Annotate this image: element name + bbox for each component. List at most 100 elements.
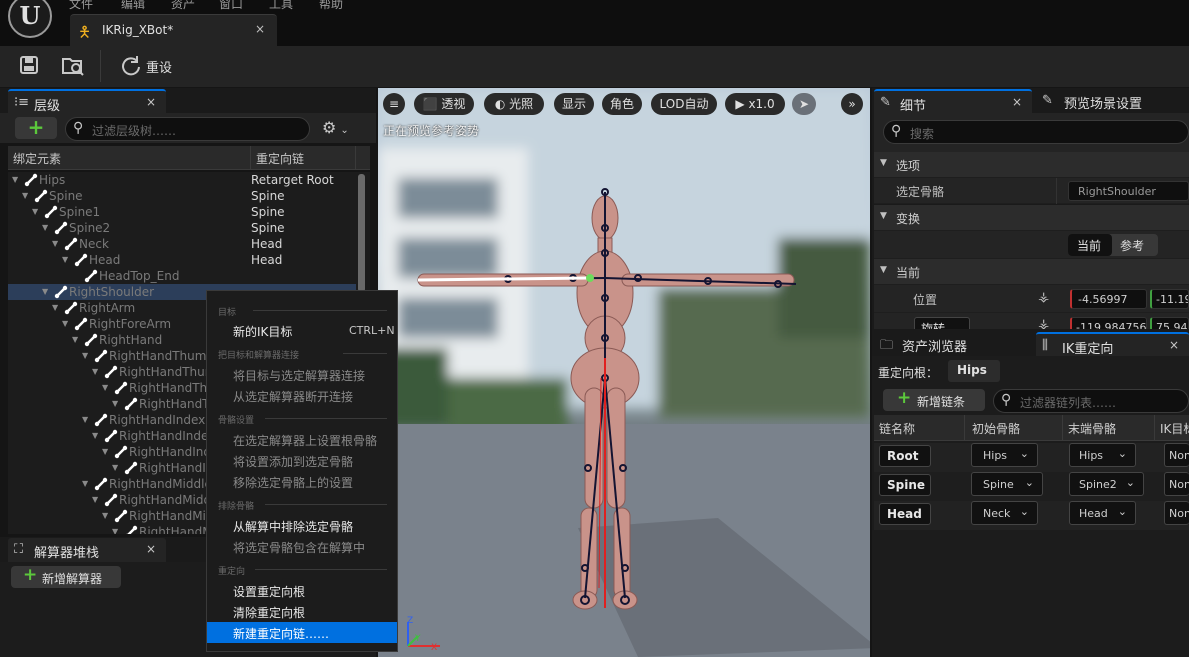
expand-arrow-icon[interactable]: ▼ [102, 380, 108, 396]
playback-speed-button[interactable]: ▶ x1.0 [725, 93, 785, 115]
more-options-button[interactable]: » [841, 93, 863, 115]
tab-hierarchy[interactable]: ⁝≡ 层级 × [8, 89, 166, 114]
lighting-button[interactable]: ◐ 光照 [484, 93, 544, 115]
menu-file[interactable]: 文件 [69, 0, 93, 12]
col-bound-element[interactable]: 绑定元素 [13, 150, 61, 167]
close-icon[interactable]: × [146, 95, 156, 109]
character-button[interactable]: 角色 [602, 93, 642, 115]
start-bone-dropdown[interactable]: Neck ⌄ [971, 501, 1038, 525]
tab-solver-stack[interactable]: ⛶ 解算器堆栈 × [8, 538, 166, 562]
tree-row[interactable]: ▼ Neck Head [8, 236, 356, 252]
hierarchy-search-input[interactable]: ⚲ 过滤层级树…… [65, 117, 310, 141]
close-icon[interactable]: × [1012, 95, 1022, 109]
details-search-input[interactable]: ⚲ 搜索 [883, 120, 1189, 144]
start-bone-dropdown[interactable]: Spine ⌄ [971, 472, 1043, 496]
col-end-bone[interactable]: 末端骨骼 [1068, 420, 1116, 437]
viewport[interactable]: ≡ ⬛ 透视 ◐ 光照 显示 角色 LOD自动 ▶ x1.0 ➤ » 正在预览参… [378, 88, 870, 657]
show-button[interactable]: 显示 [554, 93, 594, 115]
expand-arrow-icon[interactable]: ▼ [42, 284, 48, 300]
expand-arrow-icon[interactable]: ▼ [62, 316, 68, 332]
toggle-current[interactable]: 当前 [1068, 234, 1112, 256]
expand-arrow-icon[interactable]: ▼ [92, 364, 98, 380]
expand-arrow-icon[interactable]: ▼ [52, 236, 58, 252]
chain-name-field[interactable]: Head [879, 503, 931, 525]
add-button[interactable]: + [15, 117, 57, 139]
expand-arrow-icon[interactable]: ▼ [32, 204, 38, 220]
menu-item-connect-goal[interactable]: 将目标与选定解算器连接 [233, 367, 365, 384]
start-bone-dropdown[interactable]: Hips ⌄ [971, 443, 1038, 467]
expand-arrow-icon[interactable]: ▼ [92, 428, 98, 444]
close-icon[interactable]: × [1169, 338, 1179, 352]
close-icon[interactable]: × [255, 22, 265, 36]
chain-row[interactable]: Root Hips ⌄ Hips ⌄ None [874, 443, 1189, 472]
browse-asset-icon[interactable] [61, 55, 85, 77]
lod-button[interactable]: LOD自动 [651, 93, 717, 115]
tree-row[interactable]: ▼ Spine Spine [8, 188, 356, 204]
expand-arrow-icon[interactable]: ▼ [52, 300, 58, 316]
expand-arrow-icon[interactable]: ▼ [82, 412, 88, 428]
expand-arrow-icon[interactable]: ▼ [112, 524, 118, 534]
ik-goal-dropdown[interactable]: None [1164, 472, 1189, 496]
ik-goal-dropdown[interactable]: None [1164, 501, 1189, 525]
rotation-x-input[interactable]: -119.984756 [1070, 317, 1147, 329]
chain-search-input[interactable]: ⚲ 过滤器链列表…… [993, 389, 1189, 413]
tree-row[interactable]: ▼ Spine1 Spine [8, 204, 356, 220]
tree-row[interactable]: ▼ Head Head [8, 252, 356, 268]
retarget-root-field[interactable]: Hips [948, 360, 1000, 382]
expand-arrow-icon[interactable]: ▼ [72, 332, 78, 348]
menu-item-clear-retarget-root[interactable]: 清除重定向根 [233, 604, 305, 621]
menu-asset[interactable]: 资产 [171, 0, 195, 12]
col-chain-name[interactable]: 链名称 [879, 420, 915, 437]
chain-row[interactable]: Spine Spine ⌄ Spine2 ⌄ None [874, 472, 1189, 501]
tree-row[interactable]: ▼ Hips Retarget Root [8, 172, 356, 188]
save-icon[interactable] [19, 55, 39, 75]
reset-to-default-icon[interactable]: ⚶ [1038, 317, 1049, 329]
end-bone-dropdown[interactable]: Hips ⌄ [1069, 443, 1136, 467]
rotation-y-input[interactable]: 75.948 [1150, 317, 1189, 329]
tab-asset-browser[interactable]: 🗀 资产浏览器 [874, 332, 1034, 356]
close-icon[interactable]: × [146, 542, 156, 556]
menu-item-exclude-bone[interactable]: 从解算中排除选定骨骼 [233, 518, 353, 535]
menu-window[interactable]: 窗口 [219, 0, 243, 12]
reset-to-default-icon[interactable]: ⚶ [1038, 290, 1049, 305]
chain-row[interactable]: Head Neck ⌄ Head ⌄ None [874, 501, 1189, 530]
chain-name-field[interactable]: Spine [879, 474, 931, 496]
section-transform[interactable]: ▼ 变换 [874, 205, 1189, 231]
add-chain-button[interactable]: + 新增链条 [883, 388, 985, 411]
settings-dropdown[interactable]: ⚙ ⌄ [322, 118, 358, 140]
menu-item-new-ik-goal[interactable]: 新的IK目标 [233, 323, 292, 340]
select-mode-button[interactable]: ➤ [792, 93, 816, 115]
col-ik-goal[interactable]: IK目标 [1160, 420, 1189, 437]
section-options[interactable]: ▼ 选项 [874, 152, 1189, 178]
menu-item-add-settings[interactable]: 将设置添加到选定骨骼 [233, 453, 353, 470]
rotation-dropdown[interactable]: 旋转 [914, 317, 970, 329]
expand-arrow-icon[interactable]: ▼ [102, 444, 108, 460]
menu-item-set-root-bone[interactable]: 在选定解算器上设置根骨骼 [233, 432, 377, 449]
viewport-menu-button[interactable]: ≡ [383, 93, 405, 115]
tab-preview-settings[interactable]: ✎ 预览场景设置 [1036, 89, 1189, 113]
expand-arrow-icon[interactable]: ▼ [82, 476, 88, 492]
expand-arrow-icon[interactable]: ▼ [62, 252, 68, 268]
end-bone-dropdown[interactable]: Spine2 ⌄ [1069, 472, 1144, 496]
menu-item-disconnect-goal[interactable]: 从选定解算器断开连接 [233, 388, 353, 405]
location-x-input[interactable]: -4.56997 [1070, 289, 1147, 309]
menu-item-remove-settings[interactable]: 移除选定骨骼上的设置 [233, 474, 353, 491]
menu-item-include-bone[interactable]: 将选定骨骼包含在解算中 [233, 539, 365, 556]
end-bone-dropdown[interactable]: Head ⌄ [1069, 501, 1136, 525]
tree-row[interactable]: ▼ Spine2 Spine [8, 220, 356, 236]
perspective-button[interactable]: ⬛ 透视 [414, 93, 474, 115]
scrollbar-thumb[interactable] [358, 174, 365, 292]
col-retarget-chain[interactable]: 重定向链 [256, 150, 304, 167]
expand-arrow-icon[interactable]: ▼ [12, 172, 18, 188]
tab-details[interactable]: ✎ 细节 × [874, 89, 1032, 114]
menu-item-set-retarget-root[interactable]: 设置重定向根 [233, 583, 305, 600]
tab-ik-retarget[interactable]: ⫼ IK重定向 × [1036, 332, 1189, 357]
expand-arrow-icon[interactable]: ▼ [102, 508, 108, 524]
add-solver-button[interactable]: + 新增解算器 [11, 565, 121, 588]
ik-goal-dropdown[interactable]: None [1164, 443, 1189, 467]
col-start-bone[interactable]: 初始骨骼 [972, 420, 1020, 437]
expand-arrow-icon[interactable]: ▼ [112, 460, 118, 476]
tree-row[interactable]: HeadTop_End [8, 268, 356, 284]
reset-button[interactable]: 重设 [118, 53, 178, 79]
menu-help[interactable]: 帮助 [319, 0, 343, 12]
